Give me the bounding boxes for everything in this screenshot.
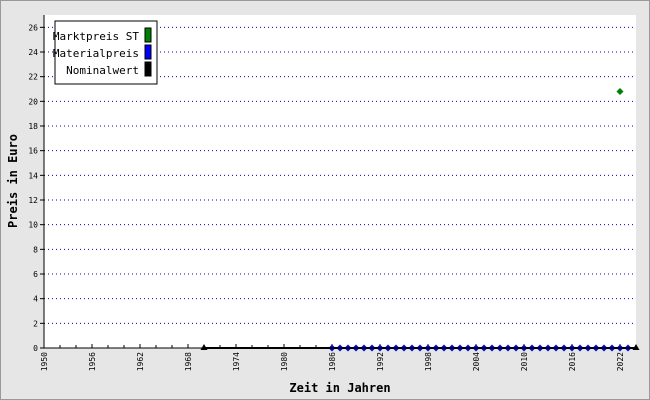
y-tick-label: 26 (28, 23, 38, 32)
legend-swatch-materialpreis (144, 44, 152, 60)
price-chart: 02468101214161820222426 1950 1956 1962 1968… (0, 0, 650, 400)
y-tick-label: 10 (28, 221, 38, 230)
y-tick-label: 2 (33, 319, 38, 328)
y-tick-label: 4 (33, 295, 38, 304)
x-tick-label: 1956 (88, 352, 97, 371)
y-tick-label: 14 (28, 171, 38, 180)
x-tick-label: 1968 (184, 352, 193, 371)
x-tick-label: 2010 (520, 352, 529, 371)
y-tick-label: 20 (28, 97, 38, 106)
y-tick-label: 0 (33, 344, 38, 353)
y-tick-label: 18 (28, 122, 38, 131)
x-tick-label: 1998 (424, 352, 433, 371)
legend-swatch-nominalwert (144, 61, 152, 77)
legend-label-materialpreis: Materialpreis (53, 47, 139, 60)
x-tick-label: 1962 (136, 352, 145, 371)
legend: Marktpreis ST Materialpreis Nominalwert (53, 20, 158, 85)
x-tick-label: 1980 (280, 352, 289, 371)
y-tick-label: 22 (28, 73, 38, 82)
x-tick-label: 2004 (472, 352, 481, 371)
x-tick-label: 2022 (616, 352, 625, 371)
legend-label-marktpreis: Marktpreis ST (53, 30, 139, 43)
y-tick-label: 6 (33, 270, 38, 279)
y-tick-label: 24 (28, 48, 38, 57)
x-tick-label: 1992 (376, 352, 385, 371)
legend-label-nominalwert: Nominalwert (66, 64, 139, 77)
y-tick-label: 8 (33, 245, 38, 254)
x-axis-title: Zeit in Jahren (289, 381, 390, 395)
y-tick-label: 12 (28, 196, 38, 205)
y-tick-label: 16 (28, 147, 38, 156)
legend-swatch-marktpreis (144, 27, 152, 43)
chart-container: 0 2 4 6 8 10 12 14 16 18 20 22 24 26 1950 1956 1962 1968… (0, 0, 650, 400)
x-tick-label: 1950 (40, 352, 49, 371)
x-tick-label: 1974 (232, 352, 241, 371)
x-tick-label: 2016 (568, 352, 577, 371)
x-tick-label: 1986 (328, 352, 337, 371)
y-axis-title: Preis in Euro (6, 134, 20, 228)
